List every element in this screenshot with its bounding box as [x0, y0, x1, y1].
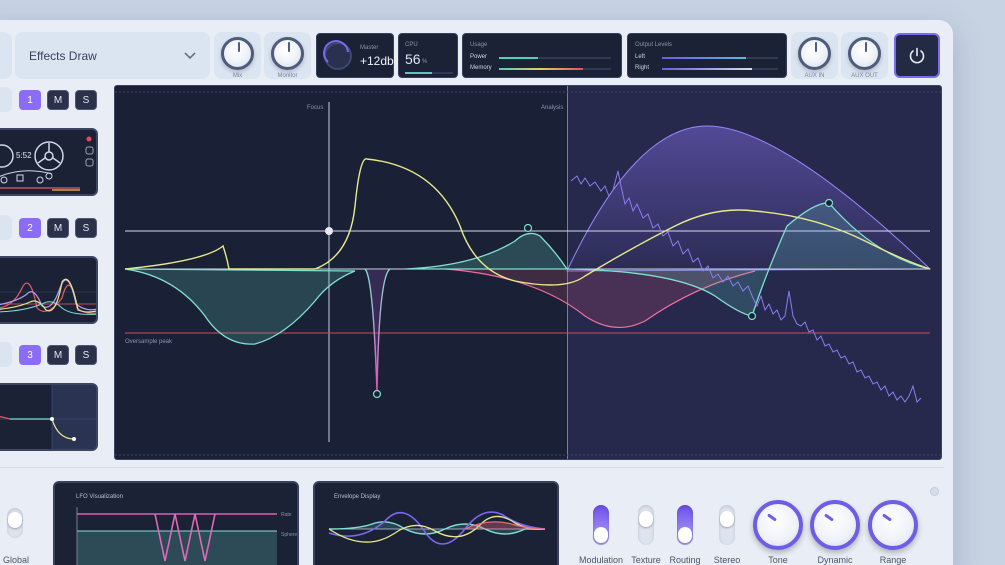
status-dot: [930, 487, 939, 496]
track-1-mute-button[interactable]: M: [47, 90, 69, 110]
monitor-knob-label: Monitor: [277, 73, 298, 79]
tape-reels-icon: [0, 136, 94, 191]
chevron-down-icon: [184, 49, 196, 63]
tone-knob[interactable]: [753, 500, 803, 550]
track-3-tab[interactable]: [0, 342, 12, 367]
envelope-wave: [328, 511, 546, 545]
track-1-tab[interactable]: [0, 87, 12, 112]
track-2-mute-button[interactable]: M: [47, 218, 69, 238]
master-dial-icon: [323, 40, 352, 70]
track-2-solo-button[interactable]: S: [75, 218, 97, 238]
modulation-toggle[interactable]: [593, 505, 609, 545]
left-tab[interactable]: [0, 32, 12, 79]
output-levels-display: Output Levels Left Right: [627, 33, 787, 78]
tone-label: Tone: [768, 555, 788, 565]
cpu-unit: %: [422, 59, 428, 65]
stereo-toggle[interactable]: [719, 505, 735, 545]
track-2-number-button[interactable]: 2: [19, 218, 41, 238]
main-filter-display[interactable]: Focus Analysis Oversample peak: [114, 85, 942, 460]
memory-meter: [499, 68, 611, 70]
mix-knob[interactable]: [221, 37, 254, 70]
track-2-wave-screen: [0, 256, 98, 324]
lfo-visualization[interactable]: LFO Visualization Rate Sphere: [53, 481, 299, 565]
master-display[interactable]: Master +12db: [316, 33, 394, 78]
monitor-knob[interactable]: [271, 37, 304, 70]
track-3-curve: [0, 385, 96, 449]
cpu-label: CPU: [405, 42, 418, 48]
usage-display: Usage Power Memory: [462, 33, 622, 78]
monitor-knob-slot: Monitor: [264, 32, 311, 79]
texture-toggle[interactable]: [638, 505, 654, 545]
cpu-display: CPU 56 %: [398, 33, 458, 78]
master-label: Master: [360, 45, 379, 51]
curve-canvas: [115, 91, 941, 456]
routing-toggle[interactable]: [677, 505, 693, 545]
output-label: Output Levels: [635, 42, 673, 48]
power-icon: [909, 47, 925, 63]
preset-name: Effects Draw: [29, 48, 97, 63]
dynamic-knob[interactable]: [810, 500, 860, 550]
aux-in-knob[interactable]: [798, 37, 831, 70]
mix-knob-label: Mix: [232, 73, 243, 79]
power-meter: [499, 57, 611, 59]
track-2-tab[interactable]: [0, 215, 12, 240]
track-3-solo-button[interactable]: S: [75, 345, 97, 365]
left-channel-label: Left: [635, 54, 646, 60]
range-label: Range: [879, 555, 907, 565]
lfo-wave: [76, 507, 277, 565]
range-knob[interactable]: [868, 500, 918, 550]
aux-in-knob-slot: AUX IN: [791, 32, 838, 79]
global-label: Global: [2, 555, 29, 565]
track-3-number-button[interactable]: 3: [19, 345, 41, 365]
global-toggle[interactable]: [7, 508, 23, 538]
master-value: +12db: [360, 54, 394, 68]
dynamic-label: Dynamic: [817, 555, 853, 565]
power-button[interactable]: [894, 33, 940, 78]
track-3-mute-button[interactable]: M: [47, 345, 69, 365]
aux-out-knob-slot: AUX OUT: [841, 32, 888, 79]
right-channel-label: Right: [635, 65, 650, 71]
track-3-curve-screen: [0, 383, 98, 451]
memory-label: Memory: [470, 65, 492, 71]
aux-out-label: AUX OUT: [851, 73, 878, 79]
track-1-tape-screen: 5:52: [0, 128, 98, 196]
usage-label: Usage: [470, 42, 488, 48]
track-1-solo-button[interactable]: S: [75, 90, 97, 110]
power-label: Power: [470, 54, 488, 60]
track-1-time: 5:52: [16, 151, 32, 160]
right-level-meter: [662, 68, 778, 70]
cpu-meter: [405, 72, 453, 74]
cpu-value: 56: [405, 51, 421, 67]
preset-selector[interactable]: Effects Draw: [15, 32, 210, 79]
track-2-waveform: [0, 278, 96, 315]
envelope-display[interactable]: Envelope Display: [313, 481, 559, 565]
aux-in-label: AUX IN: [804, 73, 825, 79]
track-1-number-button[interactable]: 1: [19, 90, 41, 110]
mix-knob-slot: Mix: [214, 32, 261, 79]
left-level-meter: [662, 57, 778, 59]
aux-out-knob[interactable]: [848, 37, 881, 70]
